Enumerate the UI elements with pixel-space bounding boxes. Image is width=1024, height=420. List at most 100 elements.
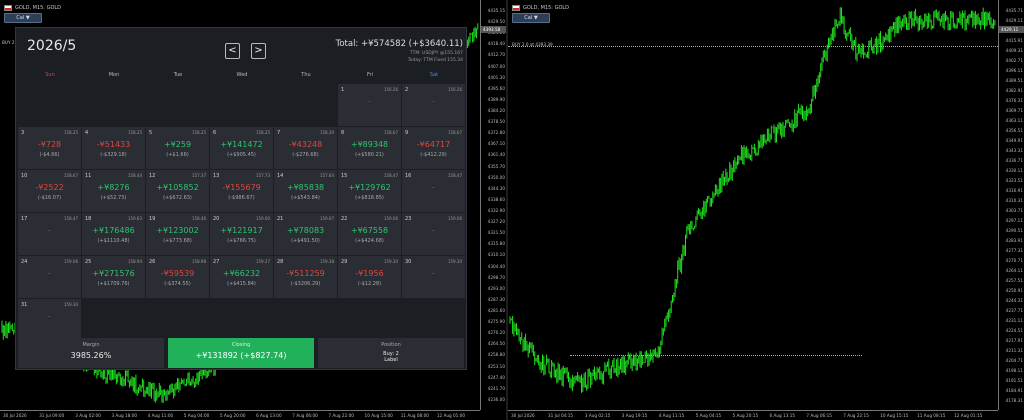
symbol-flag-icon bbox=[4, 5, 12, 11]
day-fx-rate: 156.26 bbox=[448, 87, 462, 92]
calendar-day-cell[interactable]: 8 158.67 +¥89348 (+$580.21) bbox=[338, 127, 401, 169]
entry-line[interactable] bbox=[570, 355, 862, 356]
weekday-label: Sun bbox=[45, 72, 55, 78]
position-sub: Label bbox=[384, 357, 398, 363]
time-tick-label: 3 Aug 19:15 bbox=[621, 413, 648, 418]
calendar-day-cell[interactable]: 19 158.46 +¥123002 (+$773.68) bbox=[146, 213, 209, 255]
price-tick-label: 4257.51 bbox=[1005, 278, 1023, 283]
calendar-day-cell[interactable]: 25 158.94 +¥271576 (+$1709.76) bbox=[82, 256, 145, 298]
calendar-day-cell[interactable]: 18 159.63 +¥176486 (+$1110.48) bbox=[82, 213, 145, 255]
day-pl-yen: -¥1956 bbox=[355, 269, 384, 278]
time-tick-label: 5 Aug 04:15 bbox=[695, 413, 722, 418]
left-one-click-button[interactable]: Cal ▼ bbox=[4, 13, 42, 23]
no-trade-dash: - bbox=[432, 184, 435, 191]
day-number: 24 bbox=[21, 259, 28, 265]
price-tick-label: 4298.70 bbox=[487, 274, 505, 280]
price-tick-label: 4264.50 bbox=[487, 341, 505, 347]
calendar-day-cell[interactable]: 5 158.25 +¥259 (+$1.66) bbox=[146, 127, 209, 169]
calendar-day-cell[interactable]: 29 159.30 -¥1956 (-$12.28) bbox=[338, 256, 401, 298]
calendar-day-cell[interactable]: 17 158.47 - bbox=[18, 213, 81, 255]
calendar-day-cell[interactable]: 6 158.25 +¥141472 (+$905.45) bbox=[210, 127, 273, 169]
day-number: 2 bbox=[405, 87, 409, 93]
day-number: 7 bbox=[277, 130, 281, 136]
calendar-day-cell[interactable]: 26 158.98 -¥59539 (-$374.55) bbox=[146, 256, 209, 298]
day-pl-usd: (+$766.75) bbox=[227, 238, 256, 244]
time-tick-label: 7 Aug 06:15 bbox=[806, 413, 832, 418]
left-chart-title: GOLD, M15: GOLD bbox=[4, 3, 61, 13]
day-pl-usd: (-$12.28) bbox=[357, 281, 382, 287]
calendar-day-cell[interactable]: 9 158.67 -¥64717 (-$412.29) bbox=[402, 127, 465, 169]
calendar-today-rate: Today: TTM Fixed 155.34 bbox=[407, 58, 463, 63]
calendar-day-cell[interactable]: 14 157.64 +¥85838 (+$543.84) bbox=[274, 170, 337, 212]
calendar-day-cell[interactable]: 23 159.06 - bbox=[402, 213, 465, 255]
day-pl-yen: +¥67558 bbox=[350, 226, 389, 235]
calendar-day-cell[interactable]: 13 157.73 -¥155679 (-$986.67) bbox=[210, 170, 273, 212]
calendar-day-cell[interactable]: 15 158.47 +¥129762 (+$818.85) bbox=[338, 170, 401, 212]
price-tick-label: 4290.51 bbox=[1005, 228, 1023, 233]
next-month-button[interactable]: > bbox=[251, 43, 266, 59]
time-tick-label: 7 Aug 22:00 bbox=[328, 413, 354, 418]
price-tick-label: 4211.31 bbox=[1005, 348, 1023, 353]
calendar-day-cell[interactable]: 31 159.30 - bbox=[18, 299, 81, 341]
day-fx-rate: 159.30 bbox=[384, 259, 398, 264]
day-number: 19 bbox=[149, 216, 156, 222]
time-tick-label: 3 Aug 18:00 bbox=[111, 413, 138, 418]
day-number: 28 bbox=[277, 259, 284, 265]
price-tick-label: 4369.71 bbox=[1005, 108, 1023, 113]
calendar-day-cell[interactable]: 10 158.67 -¥2522 (-$16.07) bbox=[18, 170, 81, 212]
price-tick-label: 4372.80 bbox=[487, 130, 505, 136]
calendar-day-cell[interactable]: 11 158.44 +¥8276 (+$52.73) bbox=[82, 170, 145, 212]
calendar-day-cell[interactable]: 16 158.47 - bbox=[402, 170, 465, 212]
time-tick-label: 6 Aug 13:00 bbox=[256, 413, 282, 418]
price-tick-label: 4270.20 bbox=[487, 330, 505, 336]
price-tick-label: 4191.51 bbox=[1005, 378, 1023, 383]
time-tick-label: 7 Aug 22:15 bbox=[843, 413, 869, 418]
day-number: 21 bbox=[277, 216, 284, 222]
day-pl-usd: (-$374.55) bbox=[164, 281, 191, 287]
price-tick-label: 4281.60 bbox=[487, 308, 505, 313]
no-trade-dash: - bbox=[432, 227, 435, 234]
day-number: 5 bbox=[149, 130, 153, 136]
calendar-day-cell[interactable]: 27 159.27 +¥66232 (+$415.84) bbox=[210, 256, 273, 298]
day-pl-usd: (-$412.29) bbox=[420, 152, 447, 158]
calendar-day-cell[interactable]: 20 159.00 +¥121917 (+$766.75) bbox=[210, 213, 273, 255]
price-tick-label: 4376.31 bbox=[1005, 98, 1023, 103]
day-fx-rate: 159.30 bbox=[64, 302, 78, 307]
price-tick-label: 4415.91 bbox=[1005, 38, 1023, 43]
no-trade-dash: - bbox=[368, 98, 371, 105]
calendar-day-cell[interactable]: 21 159.07 +¥78083 (+$491.50) bbox=[274, 213, 337, 255]
calendar-day-cell[interactable]: 12 157.37 +¥105852 (+$672.63) bbox=[146, 170, 209, 212]
position-price-line bbox=[508, 46, 998, 47]
time-tick-label: 4 Aug 11:15 bbox=[658, 413, 685, 418]
weekday-label: Wed bbox=[236, 72, 248, 78]
day-pl-yen: +¥271576 bbox=[92, 269, 135, 278]
calendar-day-cell[interactable]: 2 156.26 - bbox=[402, 84, 465, 126]
calendar-day-cell[interactable]: 4 158.25 -¥51433 (-$329.18) bbox=[82, 127, 145, 169]
price-tick-label: 4396.11 bbox=[1005, 68, 1023, 73]
margin-value: 3985.26% bbox=[70, 351, 112, 360]
day-fx-rate: 159.07 bbox=[320, 216, 334, 221]
day-pl-yen: +¥176486 bbox=[92, 226, 135, 235]
price-tick-label: 4429.50 bbox=[487, 19, 505, 25]
time-tick-label: 10 Aug 15:15 bbox=[880, 413, 909, 418]
calendar-day-cell[interactable]: 22 159.06 +¥67558 (+$424.68) bbox=[338, 213, 401, 255]
day-number: 9 bbox=[405, 130, 409, 136]
calendar-day-cell[interactable]: 30 159.30 - bbox=[402, 256, 465, 298]
price-tick-label: 4327.20 bbox=[487, 219, 505, 225]
calendar-day-cell[interactable]: 1 156.26 - bbox=[338, 84, 401, 126]
calendar-day-cell[interactable]: 28 159.38 -¥511259 (-$3206.29) bbox=[274, 256, 337, 298]
price-tick-label: 4395.60 bbox=[487, 85, 505, 91]
day-number: 10 bbox=[21, 173, 28, 179]
price-tick-label: 4378.50 bbox=[487, 119, 505, 125]
left-price-axis: 4435.154429.504424.204418.404412.704407.… bbox=[480, 0, 506, 410]
calendar-day-cell[interactable]: 3 158.25 -¥728 (-$4.66) bbox=[18, 127, 81, 169]
calendar-day-cell[interactable]: 24 159.06 - bbox=[18, 256, 81, 298]
right-chart-window: GOLD, M15: GOLD Cal ▼ BUY 2.0 at 4393.39… bbox=[508, 0, 1024, 420]
prev-month-button[interactable]: < bbox=[225, 43, 240, 59]
closing-button[interactable]: Closing +¥131892 (+$827.74) bbox=[168, 338, 314, 368]
time-tick-label: 31 Jul 04:15 bbox=[547, 413, 574, 418]
price-tick-label: 4355.70 bbox=[487, 163, 505, 169]
calendar-day-cell[interactable]: 7 158.30 -¥43248 (-$276.68) bbox=[274, 127, 337, 169]
right-one-click-button[interactable]: Cal ▼ bbox=[512, 13, 550, 23]
right-chart-title: GOLD, M15: GOLD bbox=[512, 3, 569, 13]
